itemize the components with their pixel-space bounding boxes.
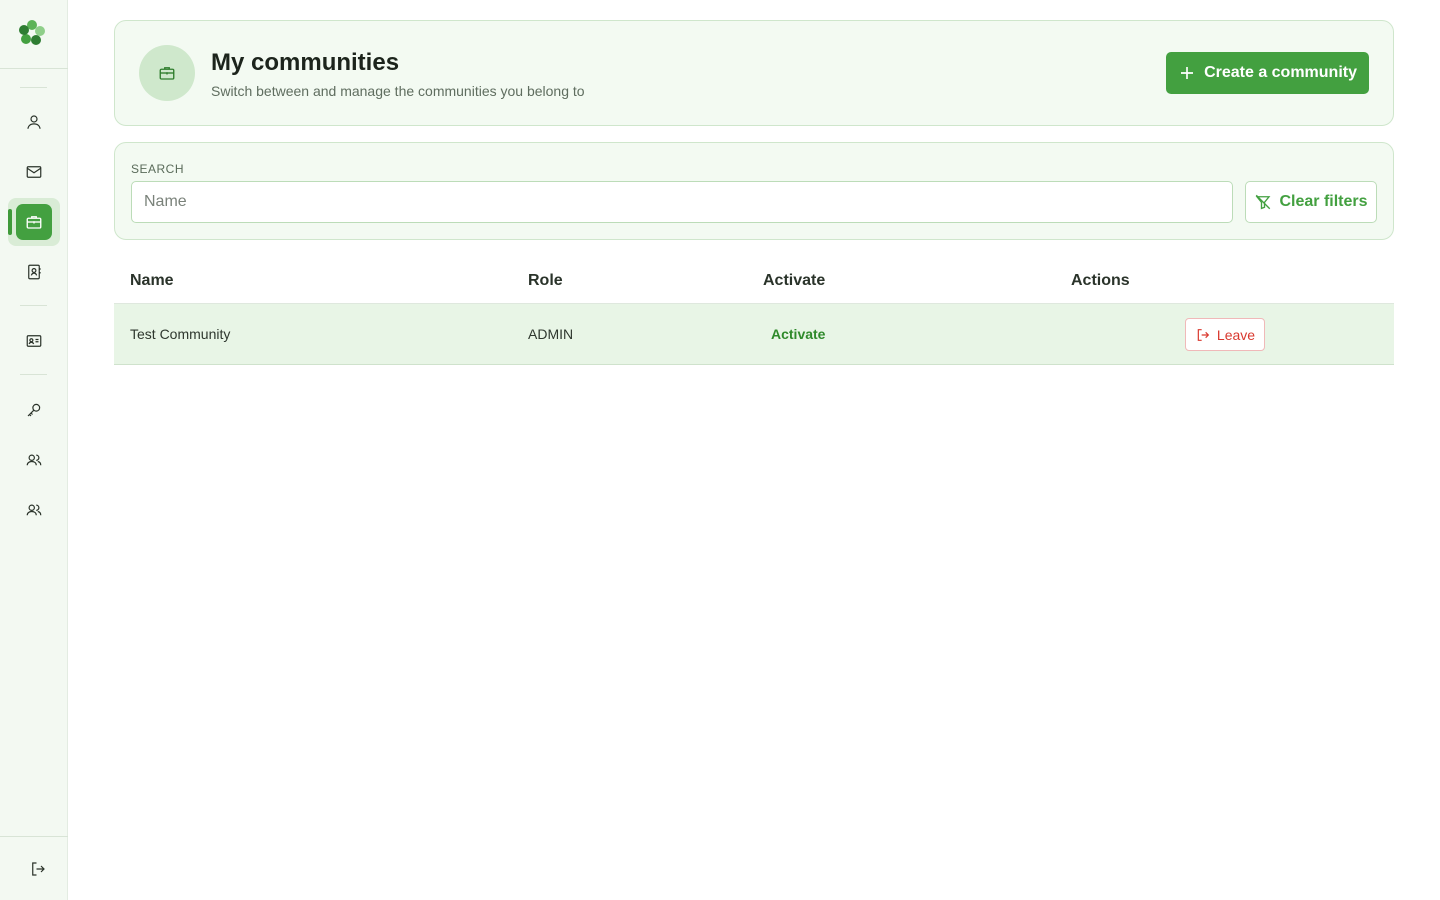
clear-filters-label: Clear filters (1279, 193, 1368, 210)
clear-filters-button[interactable]: Clear filters (1245, 181, 1377, 223)
search-input[interactable] (131, 181, 1233, 223)
sidebar-item-messages[interactable] (16, 154, 52, 190)
column-header-actions: Actions (1071, 272, 1130, 289)
sidebar-active-indicator (8, 209, 12, 235)
sidebar-divider (20, 305, 47, 306)
sidebar-item-profile[interactable] (16, 104, 52, 140)
sidebar-divider (0, 836, 68, 837)
sidebar-item-groups[interactable] (16, 492, 52, 528)
create-community-button[interactable]: Create a community (1166, 52, 1369, 94)
user-icon (27, 115, 41, 129)
search-panel: SEARCH Clear filters (114, 142, 1394, 240)
logout-icon (32, 862, 45, 876)
key-icon (27, 403, 41, 417)
contacts-book-icon (28, 264, 41, 280)
sidebar-item-directory[interactable] (16, 254, 52, 290)
leave-button[interactable]: Leave (1185, 318, 1265, 351)
logout-icon (1197, 328, 1210, 341)
sidebar-divider (20, 87, 47, 88)
plus-icon (1181, 67, 1194, 79)
id-card-icon (26, 335, 42, 347)
page-subtitle: Switch between and manage the communitie… (211, 83, 585, 99)
sidebar-item-members[interactable] (16, 442, 52, 478)
create-community-label: Create a community (1204, 64, 1357, 81)
users-icon (26, 454, 42, 466)
leave-label: Leave (1216, 326, 1256, 343)
column-header-role[interactable]: Role (528, 272, 563, 290)
sidebar-item-keys[interactable] (16, 392, 52, 428)
sidebar-item-id-card[interactable] (16, 323, 52, 359)
search-label: SEARCH (131, 162, 185, 176)
sidebar-divider (0, 68, 68, 69)
page-header: My communities Switch between and manage… (114, 20, 1394, 126)
table-header: Name Role Activate Actions (114, 256, 1394, 304)
clover-logo[interactable] (17, 18, 47, 48)
mail-icon (26, 166, 42, 178)
filter-off-icon (1256, 194, 1271, 210)
community-name: Test Community (130, 326, 231, 342)
header-icon-badge (139, 45, 195, 101)
sidebar-divider (20, 374, 47, 375)
briefcase-icon (26, 216, 42, 229)
communities-table: Name Role Activate Actions Test Communit… (114, 256, 1394, 365)
page-title: My communities (211, 49, 400, 76)
column-header-name[interactable]: Name (130, 272, 174, 290)
table-row: Test Community ADMIN Activate Leave (114, 304, 1394, 365)
users-icon (26, 504, 42, 516)
column-header-activate[interactable]: Activate (763, 272, 825, 290)
activate-button[interactable]: Activate (763, 322, 833, 346)
briefcase-icon (159, 67, 175, 80)
community-role: ADMIN (528, 326, 574, 342)
logout-button[interactable] (20, 851, 56, 887)
sidebar-item-communities[interactable] (16, 204, 52, 240)
sidebar (0, 0, 68, 900)
